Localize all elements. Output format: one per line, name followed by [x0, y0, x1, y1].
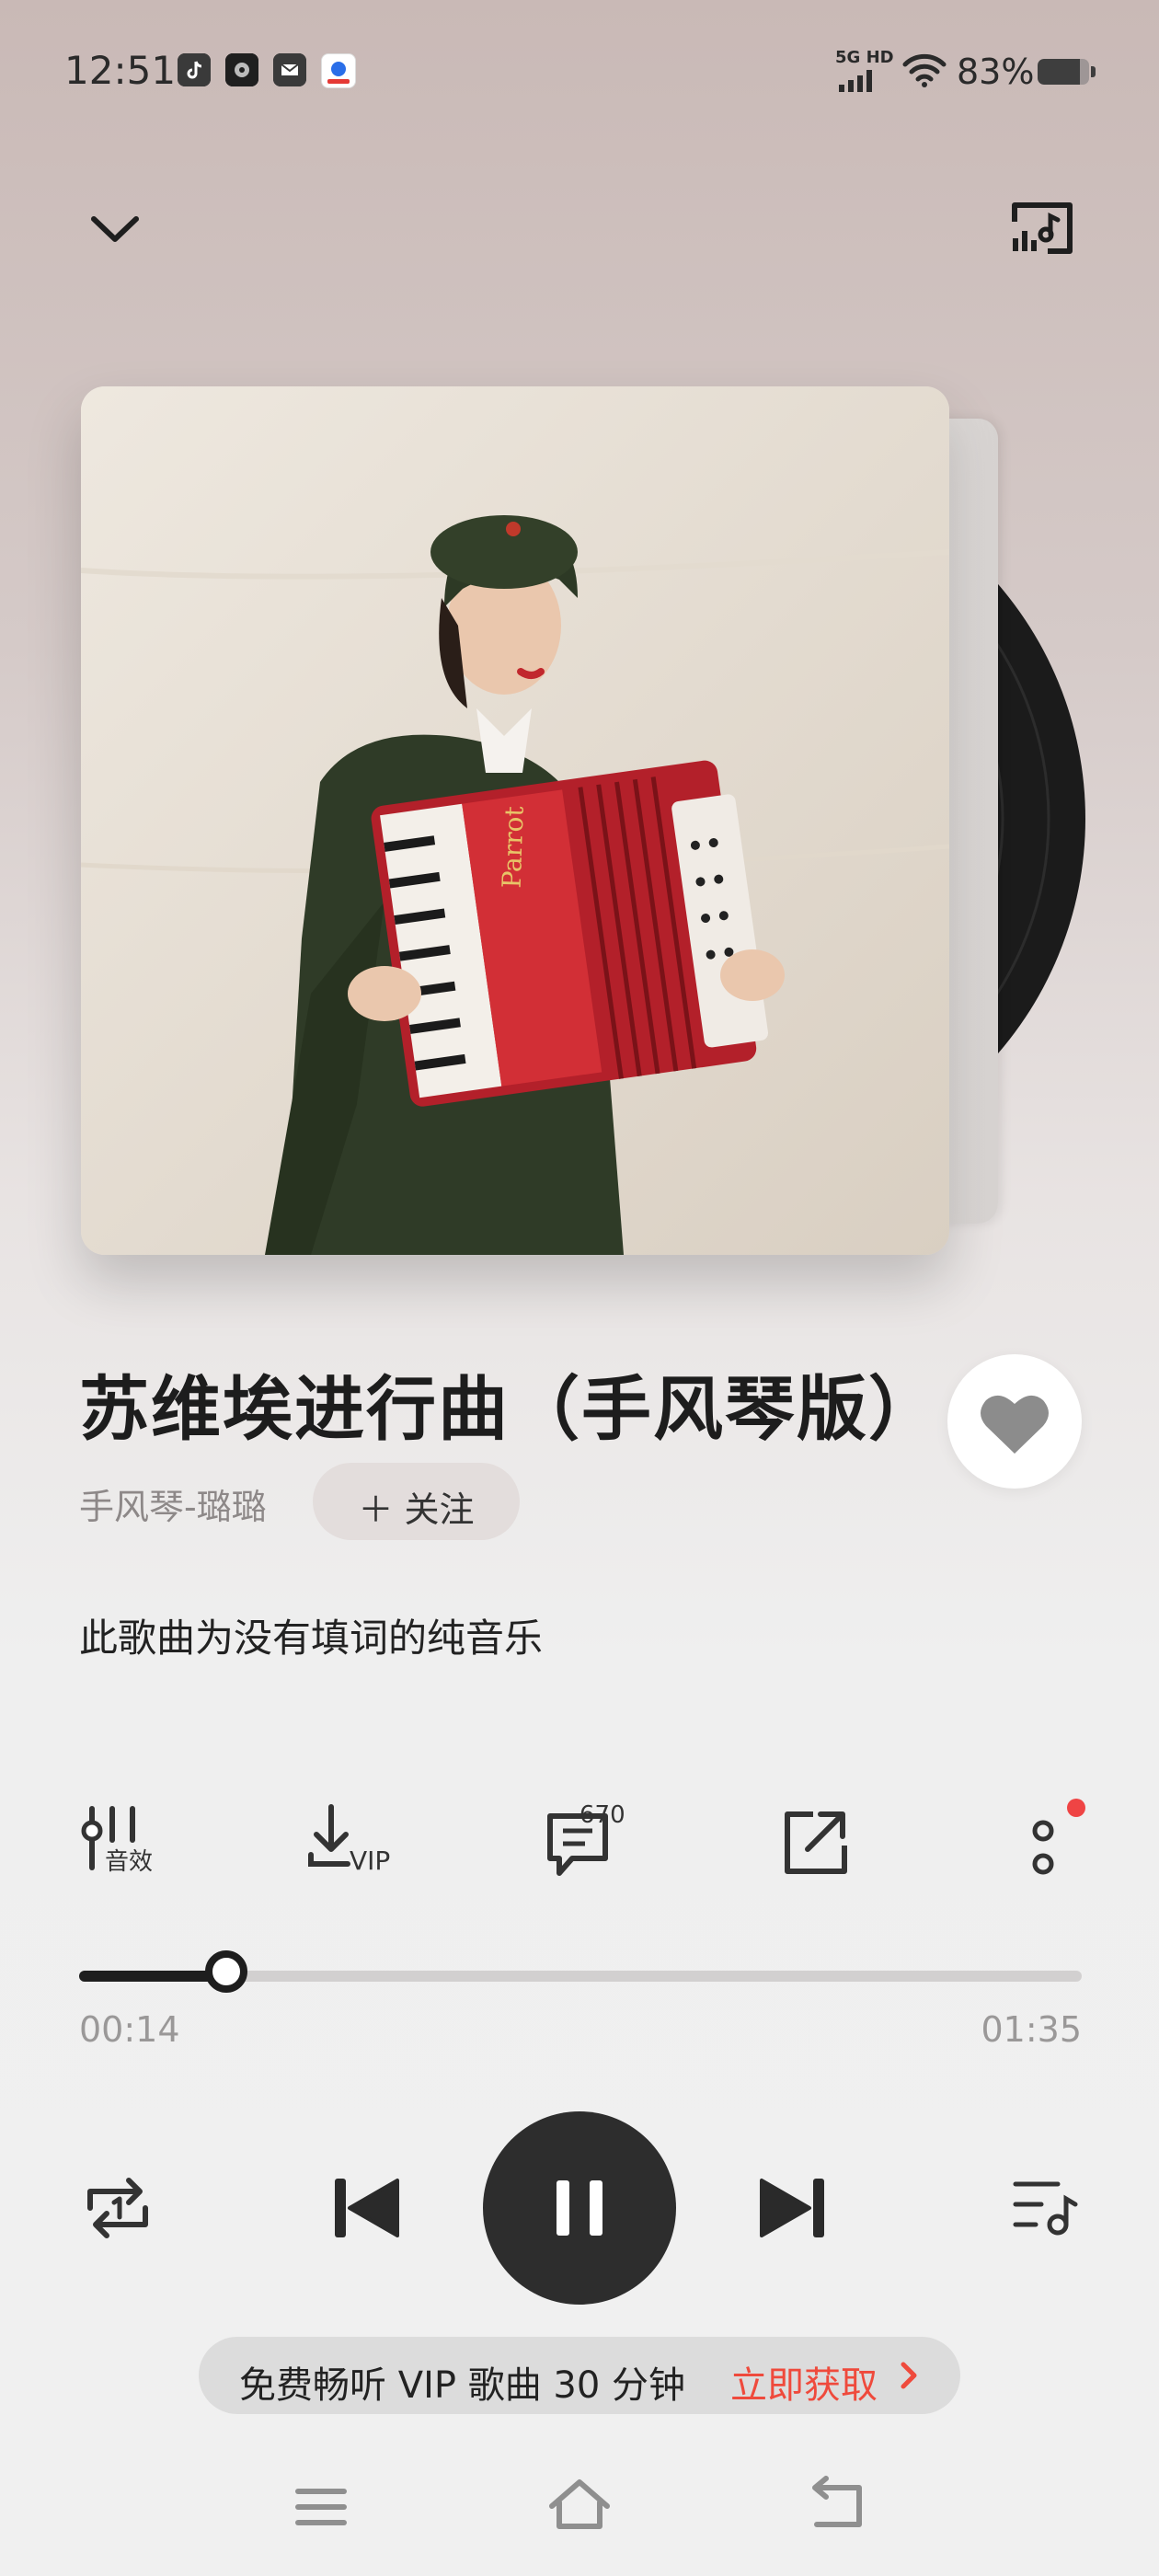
- battery-icon: [1038, 59, 1089, 85]
- skip-previous-icon: [335, 2179, 399, 2237]
- more-vertical-icon: [1032, 1820, 1054, 1875]
- mail-icon: [273, 53, 306, 86]
- tiktok-icon: [178, 53, 211, 86]
- follow-label: ＋ 关注: [358, 1489, 475, 1530]
- previous-button[interactable]: [331, 2175, 401, 2245]
- nav-back-button[interactable]: [800, 2475, 874, 2539]
- nav-menu-button[interactable]: [285, 2475, 359, 2539]
- share-icon: [785, 1811, 847, 1874]
- collapse-player-button[interactable]: [83, 202, 147, 258]
- status-bar: 12:51 5G HD 83%: [0, 0, 1159, 138]
- network-type: 5G HD: [835, 48, 894, 67]
- song-title: 苏维埃进行曲（手风琴版）: [79, 1368, 940, 1450]
- follow-button[interactable]: ＋ 关注: [313, 1463, 520, 1540]
- pause-icon: [557, 2180, 602, 2236]
- home-icon: [549, 2479, 610, 2529]
- baidu-icon: [321, 53, 356, 88]
- sound-effect-button[interactable]: 音效: [79, 1803, 162, 1886]
- status-time: 12:51: [64, 48, 177, 93]
- progress-fill: [79, 1971, 227, 1982]
- equalizer-icon: 音效: [81, 1806, 153, 1876]
- cast-button[interactable]: [1007, 198, 1076, 258]
- like-button[interactable]: [947, 1354, 1082, 1489]
- notification-dot: [1067, 1799, 1085, 1817]
- battery-tip: [1091, 66, 1096, 77]
- menu-icon: [295, 2489, 347, 2525]
- playlist-button[interactable]: [1012, 2175, 1082, 2245]
- battery-level-fill: [1038, 59, 1081, 85]
- comment-count: 670: [580, 1801, 625, 1829]
- app-icon: [225, 53, 258, 86]
- signal-icon: [837, 68, 883, 96]
- vip-promo-action[interactable]: 立即获取: [730, 2355, 878, 2409]
- skip-next-icon: [760, 2179, 824, 2237]
- cast-music-icon: [1012, 202, 1073, 254]
- repeat-one-icon: [87, 2178, 148, 2238]
- total-time: 01:35: [981, 2009, 1082, 2050]
- nav-home-button[interactable]: [543, 2475, 616, 2539]
- sound-effect-label: 音效: [105, 1848, 153, 1876]
- battery-percent: 83%: [957, 52, 1035, 92]
- download-icon: VIP: [308, 1804, 390, 1876]
- more-button[interactable]: [1021, 1803, 1067, 1886]
- download-button[interactable]: VIP: [307, 1803, 408, 1886]
- progress-thumb[interactable]: [205, 1950, 248, 1993]
- download-label: VIP: [350, 1846, 390, 1876]
- share-button[interactable]: [780, 1803, 863, 1886]
- back-icon: [812, 2476, 862, 2527]
- play-pause-button[interactable]: [483, 2111, 676, 2305]
- album-cover: Parrot: [81, 386, 949, 1255]
- heart-icon: [981, 1395, 1049, 1454]
- next-button[interactable]: [758, 2175, 828, 2245]
- vip-promo-banner[interactable]: 免费畅听 VIP 歌曲 30 分钟 立即获取: [199, 2337, 960, 2414]
- svg-text:Parrot: Parrot: [497, 805, 530, 889]
- chevron-right-icon: [901, 2362, 917, 2389]
- play-mode-button[interactable]: [81, 2171, 155, 2248]
- chevron-down-icon: [91, 216, 139, 242]
- artist-name[interactable]: 手风琴-璐璐: [79, 1478, 267, 1529]
- lyrics-note: 此歌曲为没有填词的纯音乐: [79, 1616, 544, 1661]
- vip-promo-text: 免费畅听 VIP 歌曲 30 分钟: [239, 2364, 686, 2407]
- elapsed-time: 00:14: [79, 2009, 180, 2050]
- playlist-icon: [1013, 2181, 1078, 2236]
- wifi-icon: [901, 52, 947, 92]
